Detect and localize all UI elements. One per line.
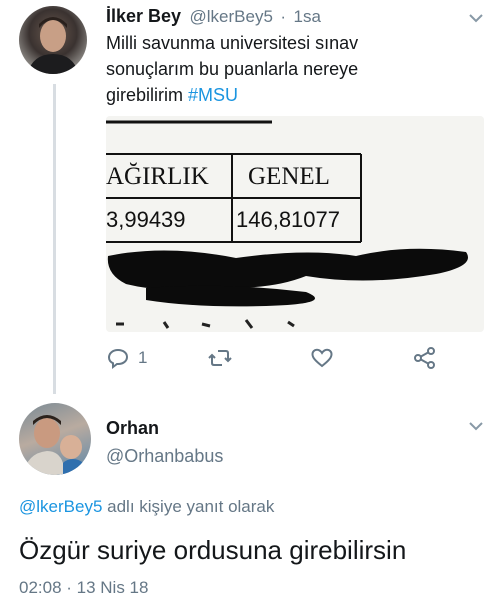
reply-text: Özgür suriye ordusuna girebilirsin bbox=[19, 535, 407, 565]
replying-to-handle-link[interactable]: @lkerBey5 bbox=[19, 497, 102, 516]
reply-timestamp[interactable]: 02:08 · 13 Nis 18 bbox=[19, 578, 148, 598]
hashtag-link[interactable]: #MSU bbox=[188, 85, 238, 105]
media-col2-value: 146,81077 bbox=[236, 207, 340, 232]
heart-icon bbox=[311, 348, 333, 368]
tweet-text-line-1: Milli savunma universitesi sınav bbox=[106, 33, 359, 53]
retweet-icon bbox=[208, 350, 232, 366]
tweet-menu-chevron-icon[interactable] bbox=[466, 10, 486, 26]
reply-count: 1 bbox=[138, 348, 148, 367]
retweet-action[interactable] bbox=[207, 346, 233, 370]
media-col1-value: 3,99439 bbox=[106, 207, 186, 232]
tweet-author-handle[interactable]: @lkerBey5 bbox=[190, 7, 273, 26]
reply-author-handle[interactable]: @Orhanbabus bbox=[106, 446, 223, 467]
reply-icon bbox=[107, 348, 129, 369]
tweet-media-image[interactable]: AĞIRLIK GENEL 3,99439 146,81077 bbox=[106, 116, 484, 332]
tweet-header: İlker Bey @lkerBey5 · 1sa bbox=[106, 6, 466, 30]
tweet-text-line-2: sonuçlarım bu puanlarla nereye bbox=[106, 59, 359, 79]
tweet-time[interactable]: 1sa bbox=[294, 7, 321, 26]
replying-to-line: @lkerBey5 adlı kişiye yanıt olarak bbox=[19, 497, 274, 517]
media-col2-header: GENEL bbox=[248, 163, 330, 190]
tweet-text-line-3: girebilirim bbox=[106, 85, 189, 105]
tweet-text: Milli savunma universitesi sınav sonuçla… bbox=[106, 30, 486, 108]
reply-author-avatar[interactable] bbox=[19, 403, 91, 475]
like-action[interactable] bbox=[310, 346, 334, 370]
reply-menu-chevron-icon[interactable] bbox=[466, 418, 486, 434]
media-col1-header: AĞIRLIK bbox=[106, 163, 209, 190]
reply-author-name[interactable]: Orhan bbox=[106, 418, 159, 439]
replying-to-label: adlı kişiye yanıt olarak bbox=[102, 497, 275, 516]
tweet-author-name[interactable]: İlker Bey bbox=[106, 6, 181, 26]
thread-connector-line bbox=[53, 84, 56, 394]
reply-action[interactable]: 1 bbox=[106, 346, 147, 370]
header-separator: · bbox=[280, 7, 287, 26]
share-icon bbox=[414, 347, 435, 369]
tweet-author-avatar[interactable] bbox=[19, 6, 87, 74]
share-action[interactable] bbox=[412, 346, 438, 370]
